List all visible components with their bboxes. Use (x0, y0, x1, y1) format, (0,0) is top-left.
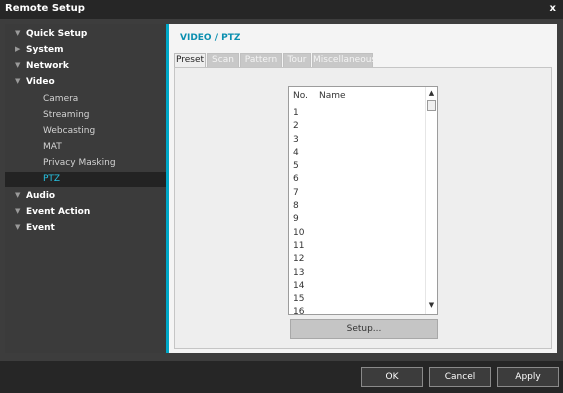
sidebar: ▼ Quick Setup ▶ System ▼ Network ▼ Video… (5, 24, 166, 353)
title-bar: Remote Setup x (0, 0, 563, 19)
list-item[interactable]: 4 (289, 147, 425, 160)
sidebar-item-label: Event (26, 223, 55, 233)
list-item[interactable]: 1 (289, 107, 425, 120)
list-item[interactable]: 6 (289, 173, 425, 186)
tab-tour[interactable]: Tour (283, 53, 311, 67)
preset-list[interactable]: No. Name 1 2 3 4 5 6 7 8 9 10 11 12 13 14 15 16 ▲ ▼ (288, 86, 438, 315)
sidebar-item-ptz[interactable]: PTZ (5, 172, 166, 187)
sidebar-item-network[interactable]: ▼ Network (5, 60, 166, 74)
sidebar-item-event[interactable]: ▼ Event (5, 222, 166, 236)
list-header: No. Name (289, 87, 425, 105)
apply-button[interactable]: Apply (497, 367, 559, 387)
sidebar-item-label: Camera (43, 94, 79, 104)
expand-arrow-icon: ▼ (15, 61, 21, 69)
expand-arrow-icon: ▼ (15, 29, 21, 37)
list-item[interactable]: 13 (289, 267, 425, 280)
sidebar-item-label: Video (26, 77, 55, 87)
scroll-down-icon[interactable]: ▼ (426, 301, 437, 311)
list-item[interactable]: 3 (289, 134, 425, 147)
sidebar-item-streaming[interactable]: Streaming (5, 108, 166, 123)
expand-arrow-icon: ▼ (15, 223, 21, 231)
sidebar-item-privacy-masking[interactable]: Privacy Masking (5, 156, 166, 171)
cancel-button[interactable]: Cancel (429, 367, 491, 387)
setup-button[interactable]: Setup... (290, 319, 438, 339)
sidebar-item-label: Streaming (43, 110, 90, 120)
sidebar-item-label: MAT (43, 142, 62, 152)
scroll-up-icon[interactable]: ▲ (426, 89, 437, 99)
ok-button[interactable]: OK (361, 367, 423, 387)
sidebar-item-label: System (26, 45, 64, 55)
sidebar-item-label: Audio (26, 191, 56, 201)
list-item[interactable]: 9 (289, 213, 425, 226)
expand-arrow-icon: ▼ (15, 191, 21, 199)
list-item[interactable]: 14 (289, 280, 425, 293)
sidebar-item-video[interactable]: ▼ Video (5, 76, 166, 90)
list-item[interactable]: 16 (289, 306, 425, 314)
preset-panel: No. Name 1 2 3 4 5 6 7 8 9 10 11 12 13 14 15 16 ▲ ▼ Set… (174, 67, 552, 349)
sidebar-item-camera[interactable]: Camera (5, 92, 166, 107)
list-item[interactable]: 8 (289, 200, 425, 213)
tab-preset[interactable]: Preset (174, 53, 206, 67)
tab-miscellaneous[interactable]: Miscellaneous (312, 53, 376, 67)
list-body: 1 2 3 4 5 6 7 8 9 10 11 12 13 14 15 16 (289, 107, 425, 314)
sidebar-item-label: Privacy Masking (43, 158, 116, 168)
list-item[interactable]: 7 (289, 187, 425, 200)
page-title: VIDEO / PTZ (180, 33, 241, 43)
sidebar-item-label: Network (26, 61, 69, 71)
window-title: Remote Setup (5, 3, 85, 14)
list-item[interactable]: 10 (289, 227, 425, 240)
list-item[interactable]: 12 (289, 253, 425, 266)
collapse-arrow-icon: ▶ (15, 45, 21, 53)
sidebar-item-label: PTZ (43, 174, 61, 184)
sidebar-item-webcasting[interactable]: Webcasting (5, 124, 166, 139)
list-item[interactable]: 2 (289, 120, 425, 133)
sidebar-item-system[interactable]: ▶ System (5, 44, 166, 58)
sidebar-item-label: Event Action (26, 207, 91, 217)
tab-pattern[interactable]: Pattern (240, 53, 282, 67)
main-content: VIDEO / PTZ Preset Scan Pattern Tour Mis… (169, 24, 557, 353)
expand-arrow-icon: ▼ (15, 207, 21, 215)
sidebar-item-label: Quick Setup (26, 29, 88, 39)
close-icon[interactable]: x (550, 3, 556, 14)
list-scrollbar[interactable]: ▲ ▼ (425, 87, 437, 314)
sidebar-item-label: Webcasting (43, 126, 96, 136)
list-item[interactable]: 15 (289, 293, 425, 306)
footer-bar: OK Cancel Apply (0, 361, 563, 393)
sidebar-item-event-action[interactable]: ▼ Event Action (5, 206, 166, 220)
sidebar-item-mat[interactable]: MAT (5, 140, 166, 155)
expand-arrow-icon: ▼ (15, 77, 21, 85)
tab-scan[interactable]: Scan (207, 53, 239, 67)
sidebar-item-quick-setup[interactable]: ▼ Quick Setup (5, 28, 166, 42)
list-item[interactable]: 11 (289, 240, 425, 253)
column-header-name: Name (319, 91, 346, 101)
column-header-no: No. (293, 91, 308, 101)
scroll-thumb[interactable] (427, 100, 436, 111)
sidebar-item-audio[interactable]: ▼ Audio (5, 190, 166, 204)
list-item[interactable]: 5 (289, 160, 425, 173)
